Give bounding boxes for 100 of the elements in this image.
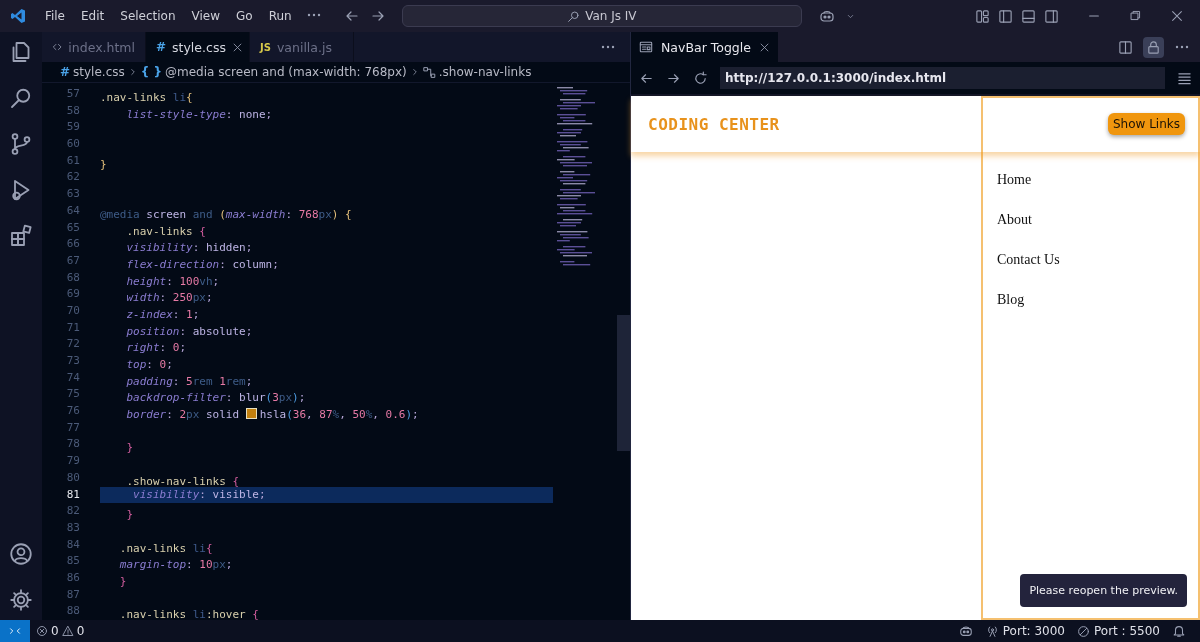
breadcrumb[interactable]: .show-nav-links	[438, 65, 532, 79]
sidebar-icon[interactable]	[1044, 8, 1059, 24]
close-icon[interactable]	[1170, 9, 1184, 23]
line-number: 66	[65, 236, 80, 253]
line-number: 75	[65, 386, 80, 403]
symbol-icon	[422, 65, 436, 79]
branch-icon[interactable]	[9, 132, 33, 156]
remote-icon	[9, 625, 21, 637]
menu-item[interactable]: Edit	[73, 6, 113, 26]
menu-item[interactable]: File	[36, 6, 73, 26]
line-number: 77	[65, 419, 80, 436]
line-number: 58	[65, 102, 80, 119]
code-line: backdrop-filter: blur(3px);	[125, 390, 307, 407]
port-status[interactable]: Port : 5500	[1094, 624, 1160, 638]
line-number: 61	[65, 152, 80, 169]
line-number: 63	[65, 186, 80, 203]
nav-link[interactable]: Blog	[997, 292, 1025, 308]
line-number: 57	[65, 86, 80, 102]
code-line: }	[100, 156, 108, 173]
nav-link[interactable]: About	[997, 212, 1032, 228]
code-line: margin-top: 10px;	[118, 557, 234, 574]
sidebar-icon[interactable]	[998, 8, 1013, 24]
line-number: 74	[65, 369, 80, 386]
extensions-icon[interactable]	[9, 224, 33, 248]
account-icon[interactable]	[9, 542, 33, 566]
reload-icon[interactable]	[693, 70, 708, 86]
code-line: flex-direction: column;	[125, 256, 280, 273]
nav-link[interactable]: Contact Us	[997, 252, 1060, 268]
line-number: 84	[65, 536, 80, 553]
code-icon	[52, 41, 63, 53]
line-number: 69	[65, 286, 80, 303]
nav-link[interactable]: Home	[997, 172, 1032, 188]
url-field[interactable]: http://127.0.0.1:3000/index.html	[720, 67, 1165, 89]
breadcrumb[interactable]: @media screen and (max-width: 768px)	[165, 65, 407, 79]
app-logo-icon[interactable]	[10, 8, 27, 24]
line-number: 64	[65, 202, 80, 219]
menu-item[interactable]: Selection	[112, 6, 184, 26]
code-line: top: 0;	[125, 357, 174, 373]
code-line: right: 0;	[125, 340, 188, 357]
code-line: position: absolute;	[125, 323, 254, 340]
menu-item[interactable]: View	[183, 6, 229, 26]
code-line: visibility: hidden;	[125, 240, 254, 257]
error-count[interactable]: 0	[51, 624, 59, 638]
line-number: 76	[65, 403, 80, 420]
search-field[interactable]: Van Js IV	[401, 5, 802, 27]
line-number: 83	[65, 519, 80, 536]
line-number: 70	[65, 302, 80, 319]
warning-count[interactable]: 0	[76, 624, 85, 638]
bell-icon[interactable]	[1172, 624, 1186, 638]
line-number: 80	[65, 469, 80, 486]
preview-tab[interactable]: NavBar Toggle	[631, 32, 778, 62]
editor-tab[interactable]: JS vanilla.js	[250, 32, 354, 62]
line-number: 81	[65, 486, 80, 503]
settings-icon[interactable]	[9, 588, 33, 612]
search-icon	[567, 9, 581, 23]
code-line: }	[118, 573, 128, 590]
close-icon[interactable]	[758, 41, 770, 53]
code-line: @media screen and (max-width: 768px) {	[100, 206, 353, 223]
code-line: width: 250px;	[125, 290, 214, 307]
js-icon: JS	[260, 41, 271, 53]
error-icon	[36, 625, 48, 637]
hash-icon: #	[156, 40, 167, 54]
code-line: z-index: 1;	[125, 306, 201, 323]
code-line: padding: 5rem 1rem;	[125, 373, 254, 390]
scrollbar-thumb[interactable]	[617, 315, 630, 451]
line-number: 85	[65, 553, 80, 570]
line-number: 68	[65, 269, 80, 286]
line-number: 79	[65, 453, 80, 470]
show-links-button[interactable]: Show Links	[1107, 113, 1185, 135]
warning-icon	[61, 625, 74, 637]
robot-icon[interactable]	[957, 624, 974, 638]
code-line: list-style-type: none;	[125, 106, 274, 123]
line-number: 65	[65, 219, 80, 236]
code-line: .nav-links li{	[100, 90, 194, 106]
restore-icon[interactable]	[1129, 9, 1142, 22]
line-number: 72	[65, 336, 80, 353]
line-number: 62	[65, 169, 80, 186]
brand-title: CODING CENTER	[648, 114, 780, 134]
editor-tab[interactable]: # style.css	[146, 32, 250, 62]
code-line: height: 100vh;	[125, 273, 221, 290]
port-status[interactable]: Port: 3000	[1002, 624, 1065, 638]
line-number: 59	[65, 119, 80, 136]
line-number: 73	[65, 353, 80, 369]
line-number: 87	[65, 586, 80, 603]
code-line: .nav-links {	[125, 223, 207, 240]
code-line: }	[125, 507, 135, 524]
menu-icon[interactable]	[1177, 70, 1192, 86]
breadcrumb[interactable]: style.css	[73, 65, 125, 79]
close-icon[interactable]	[231, 41, 243, 53]
code-line: .nav-links li{	[118, 540, 214, 557]
panel-icon[interactable]	[1021, 8, 1036, 24]
menu-item[interactable]: Go	[228, 6, 261, 26]
split-icon[interactable]	[1118, 39, 1133, 55]
line-number: 78	[65, 436, 80, 453]
search-icon[interactable]	[9, 86, 33, 110]
braces-icon: { }	[140, 65, 163, 79]
code-line: border: 2px solid hsla(36, 87%, 50%, 0.6);	[125, 407, 420, 424]
menu-item[interactable]: Run	[260, 6, 300, 26]
layout-icon[interactable]	[975, 8, 990, 24]
robot-icon[interactable]	[818, 8, 836, 24]
